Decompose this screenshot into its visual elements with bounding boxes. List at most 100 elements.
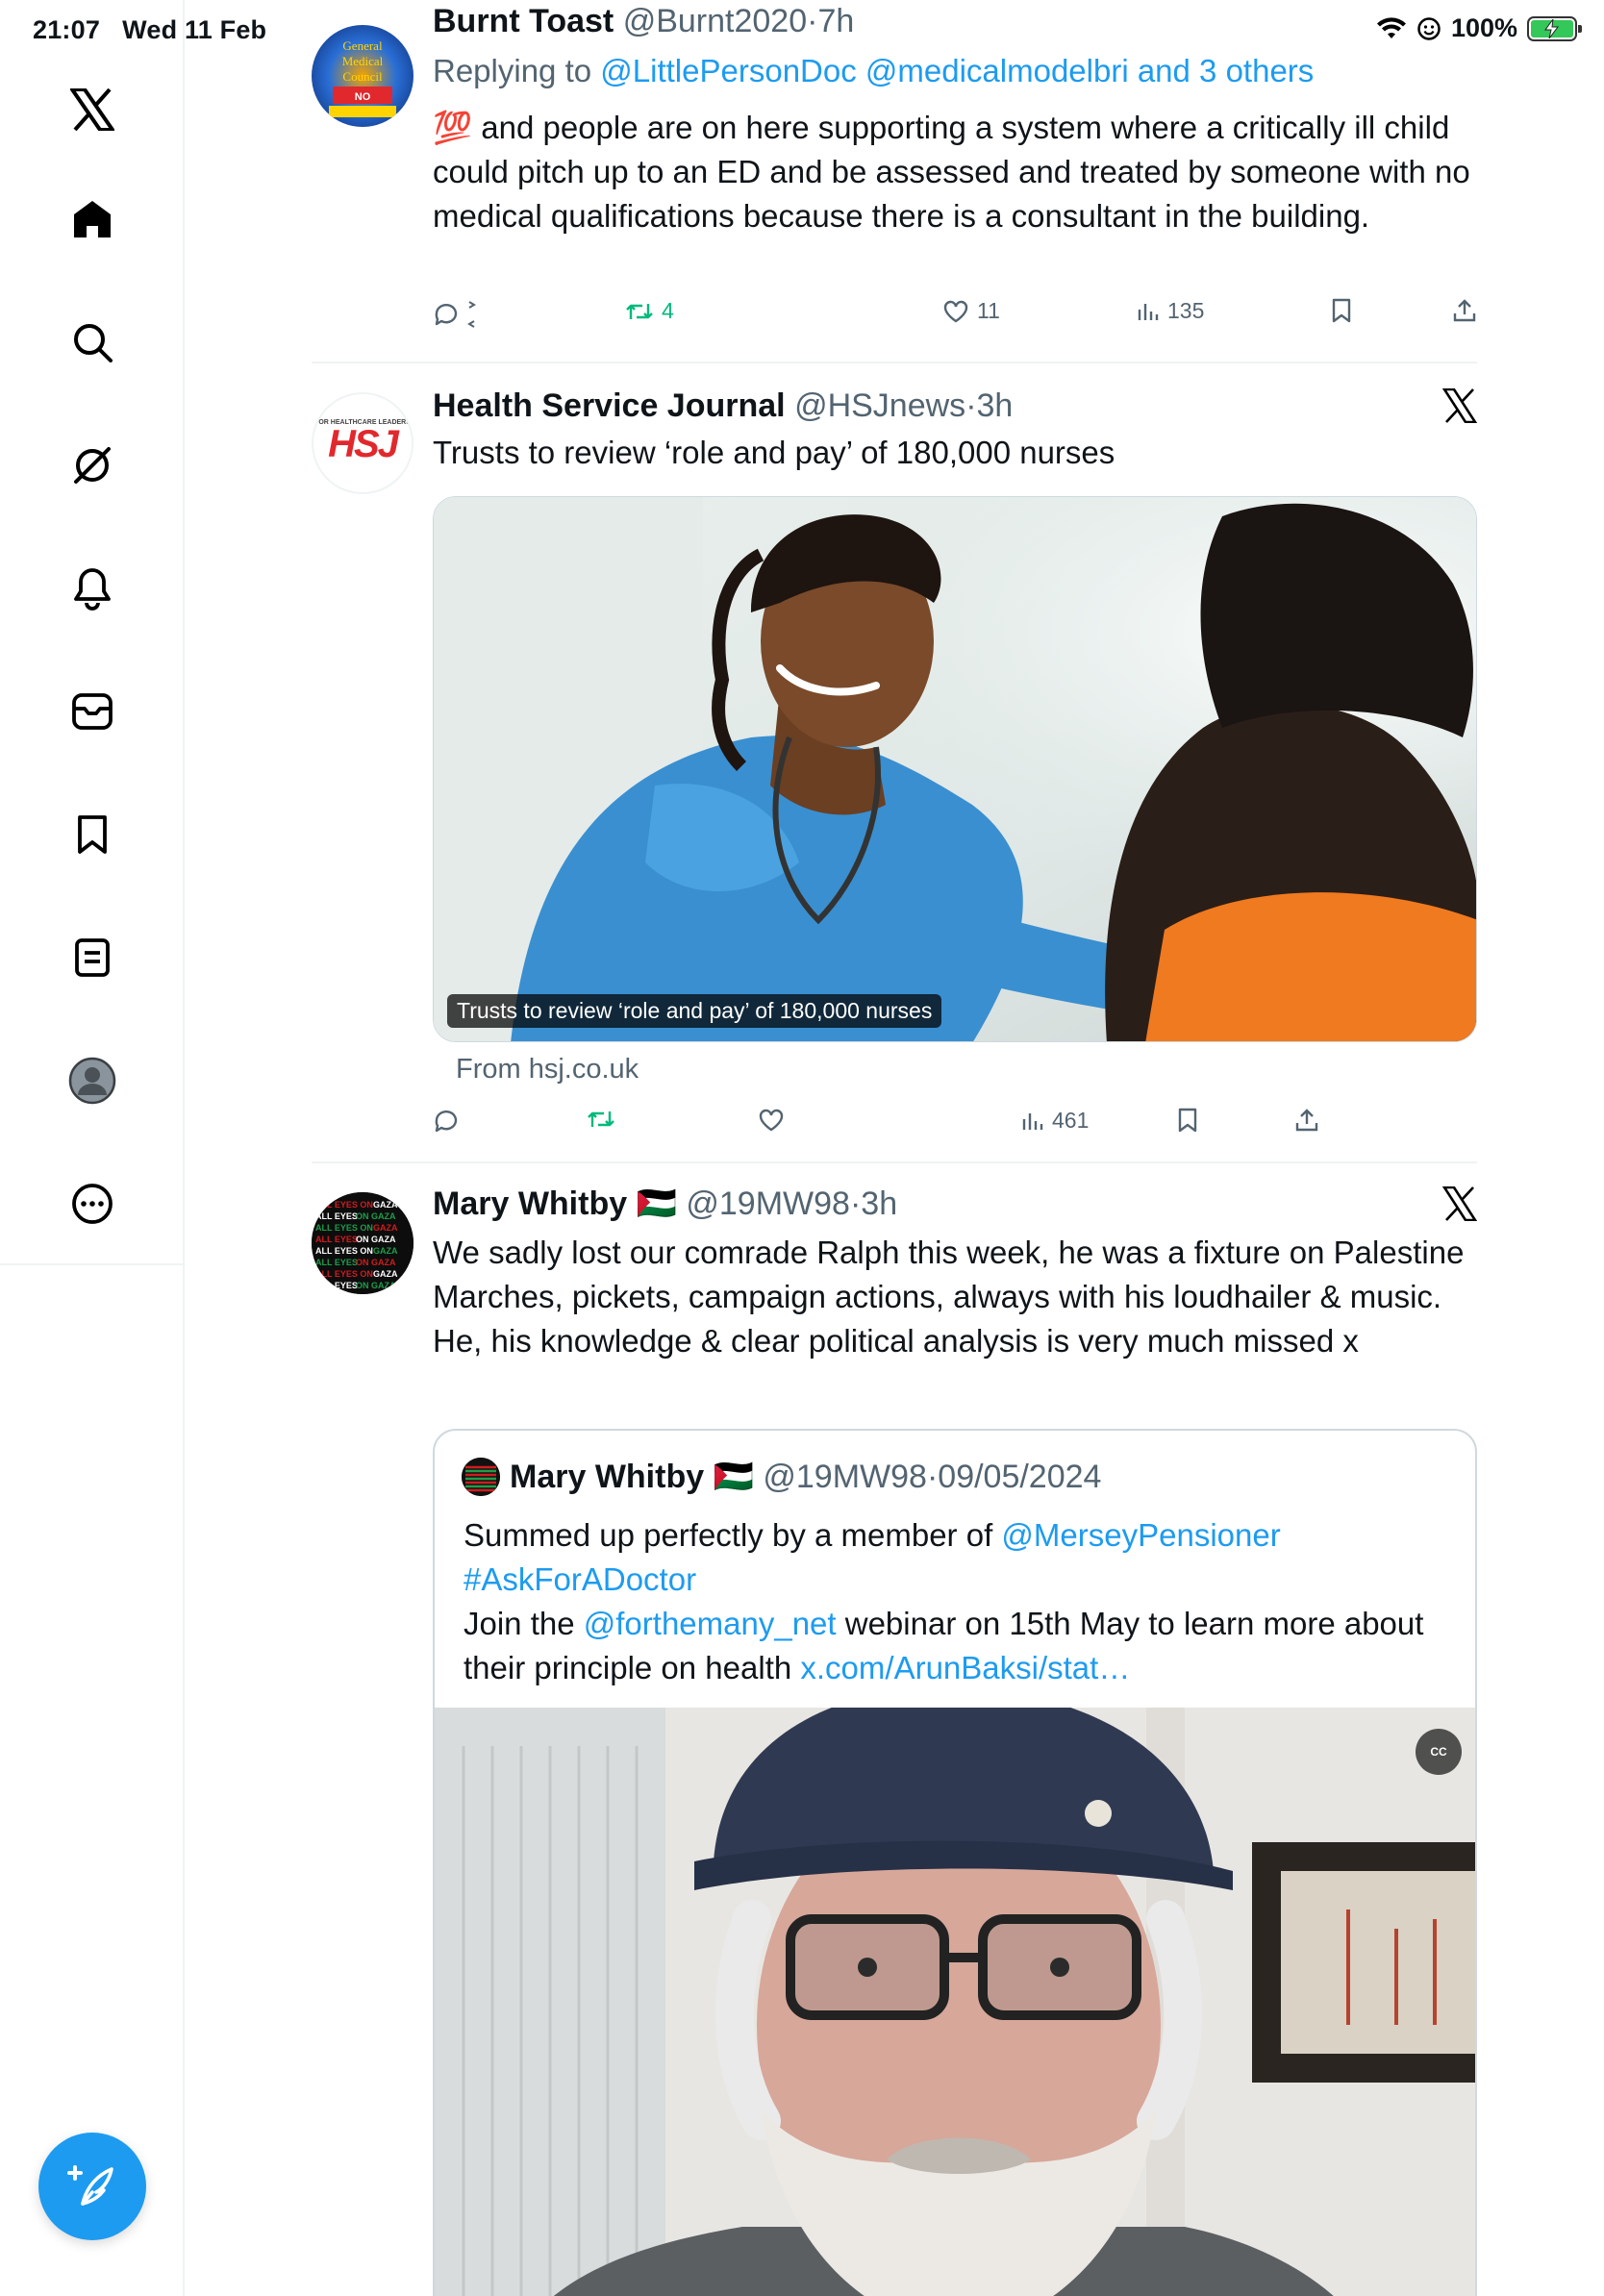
mention-link[interactable]: @forthemany_net [584, 1606, 837, 1641]
tweet-divider [312, 1161, 1477, 1163]
share-button[interactable] [1452, 298, 1477, 323]
tweet-actions: 4 11 135 [433, 298, 1477, 337]
svg-text:ALL EYES ON: ALL EYES ON [315, 1223, 373, 1233]
quoted-video[interactable]: CC [435, 1708, 1475, 2296]
replying-mentions-link[interactable]: @LittlePersonDoc @medicalmodelbri and 3 … [600, 53, 1314, 88]
heart-icon [759, 1109, 784, 1132]
closed-captions-button[interactable]: CC [1416, 1729, 1462, 1775]
quoted-tweet[interactable]: Mary Whitby 🇵🇸 @19MW98·09/05/2024 Summed… [433, 1429, 1477, 2296]
quoted-date: 09/05/2024 [938, 1459, 1102, 1495]
like-button[interactable]: 11 [942, 298, 1000, 324]
home-icon[interactable] [63, 190, 121, 248]
bookmark-icon [1332, 298, 1351, 323]
quoted-text: Summed up perfectly by a member of @Mers… [464, 1513, 1464, 1690]
status-indicators: 100% [1376, 13, 1582, 43]
tweet-time[interactable]: 3h [977, 387, 1014, 424]
bookmark-icon[interactable] [63, 806, 121, 863]
messages-icon[interactable] [63, 683, 121, 740]
quoted-line3-suffix: webinar on 15th May to learn more about [844, 1606, 1424, 1641]
views-chart-icon [1138, 303, 1159, 320]
url-link[interactable]: x.com/ArunBaksi/stat… [800, 1650, 1130, 1685]
svg-text:ALL EYES: ALL EYES [315, 1235, 358, 1244]
svg-text:GAZA: GAZA [373, 1269, 398, 1279]
svg-text:Medical: Medical [342, 54, 384, 68]
tweet-text: 💯 and people are on here supporting a sy… [433, 106, 1477, 238]
svg-text:NO: NO [355, 91, 371, 103]
author-name[interactable]: Burnt Toast [433, 3, 614, 39]
reply-icon [435, 1111, 458, 1133]
svg-text:ON GAZA: ON GAZA [356, 1281, 396, 1290]
quoted-header: Mary Whitby 🇵🇸 @19MW98·09/05/2024 [510, 1459, 1102, 1495]
quoted-line3-prefix: Join the [464, 1606, 575, 1641]
replying-label: Replying to [433, 53, 592, 88]
quoted-author-name: Mary Whitby [510, 1459, 705, 1495]
views-chart-icon [1022, 1112, 1043, 1130]
svg-text:ALL EYES: ALL EYES [315, 1258, 358, 1267]
svg-text:ALL EYES: ALL EYES [315, 1211, 358, 1221]
more-icon[interactable] [63, 1175, 121, 1233]
tweet-time[interactable]: 3h [861, 1185, 897, 1222]
tweet-header: Health Service Journal @HSJnews·3h [433, 387, 1014, 424]
thread-loader-icon [467, 301, 476, 328]
svg-text:ON GAZA: ON GAZA [356, 1258, 396, 1267]
author-handle[interactable]: @19MW98 [686, 1185, 850, 1222]
quoted-line4: their principle on health [464, 1650, 792, 1685]
x-logo-icon[interactable] [63, 81, 121, 138]
retweet-icon [588, 1111, 614, 1127]
svg-text:ALL EYES ON: ALL EYES ON [315, 1200, 373, 1210]
avatar[interactable]: ALL EYES ON GAZA ALL EYES ON GAZA ALL EYES… [312, 1192, 414, 1294]
svg-text:General: General [342, 38, 383, 53]
svg-text:ALL EYES: ALL EYES [315, 1281, 358, 1290]
link-card-image[interactable]: Trusts to review ‘role and pay’ of 180,0… [433, 496, 1477, 1042]
like-button[interactable] [758, 1108, 785, 1133]
svg-text:ALL EYES ON: ALL EYES ON [315, 1269, 373, 1279]
svg-text:GAZA: GAZA [373, 1246, 398, 1256]
views-button[interactable]: 461 [1021, 1108, 1089, 1134]
bookmark-button[interactable] [1331, 298, 1352, 323]
battery-percent: 100% [1450, 13, 1517, 42]
wifi-icon [1376, 16, 1406, 38]
quoted-author-handle: @19MW98 [763, 1459, 927, 1495]
author-handle[interactable]: @HSJnews [794, 387, 965, 424]
card-source[interactable]: From hsj.co.uk [456, 1054, 639, 1086]
mention-link[interactable]: @MerseyPensioner [1001, 1517, 1280, 1553]
tweet-header: Mary Whitby 🇵🇸 @19MW98·3h [433, 1185, 898, 1222]
tweet-header: Burnt Toast @Burnt2020·7h [433, 3, 855, 39]
hashtag-link[interactable]: #AskForADoctor [464, 1561, 696, 1597]
tweet-text: Trusts to review ‘role and pay’ of 180,0… [433, 435, 1115, 470]
notifications-bell-icon[interactable] [63, 560, 121, 617]
reply-button[interactable] [433, 1108, 460, 1135]
svg-text:GAZA: GAZA [373, 1223, 398, 1233]
avatar[interactable]: General Medical Council NO [312, 25, 414, 127]
x-logo-icon [1442, 388, 1477, 423]
tweet-time[interactable]: 7h [817, 3, 854, 39]
search-icon[interactable] [63, 313, 121, 371]
share-button[interactable] [1294, 1108, 1319, 1133]
reply-button[interactable] [433, 298, 481, 331]
svg-text:ON GAZA: ON GAZA [356, 1211, 396, 1221]
compose-post-button[interactable] [38, 2133, 146, 2240]
grok-icon[interactable] [63, 437, 121, 494]
palestine-flag-icon: 🇵🇸 [636, 1185, 677, 1222]
retweet-button[interactable]: 4 [625, 298, 674, 324]
avatar[interactable]: FOR HEALTHCARE LEADERS HSJ [312, 392, 414, 494]
bookmark-button[interactable] [1177, 1108, 1198, 1133]
retweet-button[interactable] [587, 1108, 615, 1131]
hsj-logo-text: HSJ [328, 423, 399, 465]
quoted-line1: Summed up perfectly by a member of [464, 1517, 993, 1553]
quoted-avatar [462, 1458, 500, 1496]
tweet-text: We sadly lost our comrade Ralph this wee… [433, 1235, 1465, 1359]
heart-icon [943, 300, 968, 322]
views-button[interactable]: 135 [1137, 298, 1204, 324]
share-icon [1295, 1109, 1318, 1132]
author-name[interactable]: Mary Whitby [433, 1185, 627, 1222]
svg-text:GAZA: GAZA [373, 1200, 398, 1210]
replying-to: Replying to @LittlePersonDoc @medicalmod… [433, 52, 1314, 90]
views-count: 461 [1052, 1108, 1090, 1133]
lists-icon[interactable] [63, 929, 121, 986]
reply-icon [435, 304, 458, 326]
profile-avatar-icon[interactable] [63, 1052, 121, 1110]
author-handle[interactable]: @Burnt2020 [623, 3, 807, 39]
focus-mode-icon [1417, 16, 1441, 40]
author-name[interactable]: Health Service Journal [433, 387, 786, 424]
